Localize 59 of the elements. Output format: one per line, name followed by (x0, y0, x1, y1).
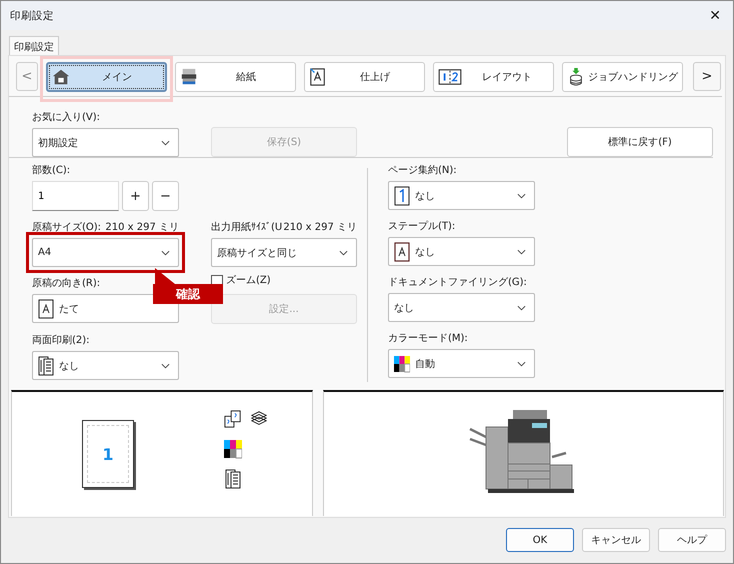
toolbar-tab[interactable]: ジョブハンドリング (562, 62, 683, 92)
duplex-dropdown[interactable]: なし (32, 351, 179, 380)
field-label: 両面印刷(2): (32, 334, 91, 348)
page-icon (394, 186, 410, 206)
chevron-down-icon (161, 362, 170, 368)
decrement-button[interactable]: − (152, 181, 179, 211)
booklet-icon (224, 469, 242, 489)
option-dropdown[interactable]: なし (388, 293, 535, 322)
toolbar-tab[interactable]: メイン (46, 62, 167, 92)
increment-button[interactable]: + (122, 181, 149, 211)
callout-tooltip: 確認 (153, 268, 223, 304)
field-label: カラーモード(M): (388, 332, 469, 346)
next-button[interactable]: > (693, 62, 721, 91)
chevron-down-icon (517, 192, 526, 198)
dialog-button[interactable]: キャンセル (582, 528, 650, 552)
close-button[interactable]: ✕ (703, 6, 727, 26)
booklet-icon (38, 356, 54, 376)
option-dropdown[interactable]: なし (388, 181, 535, 210)
page-tab[interactable]: 印刷設定 (9, 36, 59, 56)
field-label: ドキュメントファイリング(G): (388, 276, 528, 290)
toolbar-tab[interactable]: 仕上げ (304, 62, 425, 92)
size-text: 210 x 297 ミリ (105, 221, 179, 235)
paper-size-dropdown[interactable]: A4 (32, 238, 179, 267)
size-text: 210 x 297 ミリ (283, 221, 357, 235)
printer-icon (180, 68, 198, 86)
document-icon (38, 298, 54, 318)
paper-size-dropdown[interactable]: 原稿サイズと同じ (211, 238, 357, 267)
option-dropdown[interactable]: なし (388, 237, 535, 266)
window-title: 印刷設定 (10, 8, 54, 22)
field-label: 原稿サイズ(O): (32, 221, 102, 235)
chevron-down-icon (161, 250, 170, 256)
favorites-dropdown[interactable]: 初期設定 (32, 128, 179, 157)
field-label: 出力用紙ｻｲｽﾞ(U (211, 221, 282, 235)
reset-button[interactable]: 標準に戻す(F) (567, 127, 713, 157)
dialog-button[interactable]: ヘルプ (658, 528, 726, 552)
field-label: お気に入り(V): (32, 111, 102, 125)
color-grid-icon (224, 439, 242, 459)
color-grid-icon (394, 354, 410, 374)
toolbar-tab[interactable]: 給紙 (175, 62, 296, 92)
document-icon (394, 242, 410, 262)
layout-icon (438, 68, 462, 86)
chevron-down-icon (339, 250, 348, 256)
page-preview: 1 (82, 420, 134, 488)
copies-icon (224, 409, 242, 429)
field-label: ステープル(T): (388, 220, 456, 234)
chevron-down-icon (517, 360, 526, 366)
copies-field[interactable]: 1 (32, 181, 119, 211)
option-dropdown[interactable]: 自動 (388, 349, 535, 378)
dialog-button[interactable]: OK (506, 528, 574, 552)
stack-icon (567, 68, 585, 86)
chevron-down-icon (517, 304, 526, 310)
chevron-down-icon (517, 248, 526, 254)
house-icon (52, 68, 70, 86)
field-label: 部数(C): (32, 164, 72, 178)
chevron-down-icon (161, 140, 170, 146)
field-label: 原稿の向き(R): (32, 277, 102, 291)
document-icon (309, 68, 327, 86)
toolbar-tab[interactable]: レイアウト (433, 62, 554, 92)
field-label: ページ集約(N): (388, 164, 458, 178)
